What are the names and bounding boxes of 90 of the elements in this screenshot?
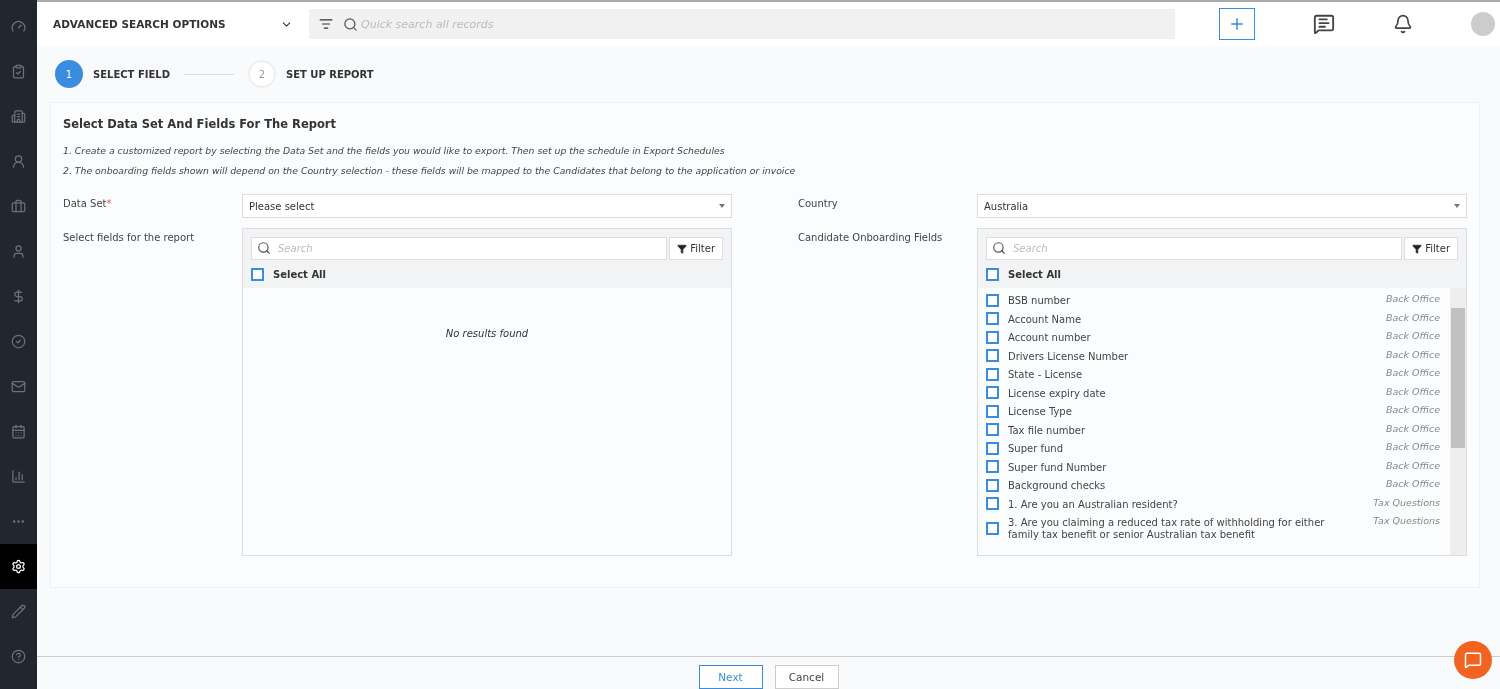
step-label: SET UP REPORT (285, 68, 374, 80)
settings-icon (11, 559, 26, 574)
filter-button[interactable]: Filter (669, 237, 723, 260)
field-name: Super fund Number (1008, 460, 1107, 474)
building-icon (11, 109, 26, 124)
search-icon (343, 17, 358, 32)
field-name: License expiry date (1008, 386, 1106, 400)
checkbox[interactable] (986, 478, 999, 492)
plus-icon (1228, 15, 1246, 33)
funnel-icon (677, 243, 688, 254)
field-name: BSB number (1008, 294, 1071, 307)
field-group: Back Office (1385, 422, 1440, 434)
field-group: Back Office (1385, 478, 1440, 489)
search-options-dropdown[interactable]: ADVANCED SEARCH OPTIONS (53, 17, 293, 31)
sidebar-item[interactable] (0, 544, 37, 589)
search-field[interactable]: Search (986, 237, 1403, 260)
field-group: Back Office (1385, 311, 1440, 323)
checkbox[interactable] (986, 312, 999, 325)
checkbox[interactable] (986, 386, 999, 399)
field-name: Super fund (1008, 442, 1064, 455)
mail-icon (11, 379, 26, 394)
user-icon (11, 244, 26, 259)
field-group: Tax Questions (1373, 496, 1440, 508)
step-number: 2 (247, 60, 276, 88)
field-label: Select fields for the report (63, 231, 196, 243)
field-label: Data Set* (63, 197, 113, 209)
gauge-icon (11, 19, 26, 34)
bell-icon[interactable] (1393, 14, 1413, 34)
check-circle-icon (11, 334, 26, 349)
select-all-label: Select All (1008, 268, 1061, 280)
field-label: Country (798, 197, 839, 209)
field-group: Back Office (1385, 293, 1440, 304)
checkbox[interactable] (986, 293, 999, 307)
field-name: Account Name (1008, 312, 1082, 326)
help-icon (11, 649, 26, 664)
funnel-icon (1412, 243, 1423, 254)
field-name: State - License (1008, 368, 1083, 381)
field-name: Background checks (1008, 479, 1106, 492)
field-group: Tax Questions (1373, 515, 1440, 526)
checkbox[interactable] (986, 349, 999, 362)
field-name: Account number (1008, 331, 1091, 344)
instruction-text: 1. Create a customized report by selecting the Data Set and the fields you would like to export. Then set up the schedule in Export Schedules (63, 145, 726, 156)
select-all-label: Select All (273, 268, 326, 280)
checkbox[interactable] (986, 441, 999, 455)
field-group: Back Office (1385, 348, 1440, 360)
briefcase-icon (11, 199, 26, 214)
field-group: Back Office (1385, 367, 1440, 378)
field-group: Back Office (1385, 385, 1440, 397)
clipboard-icon (11, 64, 26, 79)
bar-chart-icon (11, 469, 26, 484)
empty-message: No results found (444, 328, 530, 339)
chat-bubble-icon (1464, 651, 1482, 669)
dropdown[interactable]: Please select (242, 194, 732, 218)
pencil-icon (11, 604, 26, 619)
checkbox[interactable] (986, 497, 999, 510)
field-group: Back Office (1385, 459, 1440, 471)
filter-icon[interactable] (319, 17, 333, 32)
field-name: License Type (1008, 405, 1072, 418)
add-button[interactable] (1219, 8, 1255, 40)
field-name: Tax file number (1008, 423, 1086, 437)
chat-button[interactable] (1454, 641, 1492, 679)
checkbox[interactable] (986, 367, 999, 381)
field-name: 3. Are you claiming a reduced tax rate of withholding for either family tax benefit or senior Australian tax benefit (1008, 516, 1326, 541)
search-field[interactable]: Search (251, 237, 668, 260)
calendar-icon (11, 424, 26, 439)
field-name: Drivers License Number (1008, 349, 1129, 363)
field-group: Back Office (1385, 330, 1440, 341)
next-button[interactable]: Next (698, 665, 763, 689)
checkbox[interactable] (986, 460, 999, 473)
field-name: 1. Are you an Australian resident? (1008, 497, 1178, 511)
checkbox[interactable] (986, 521, 999, 535)
checkbox[interactable] (986, 423, 999, 436)
field-group: Back Office (1385, 404, 1440, 415)
checkbox[interactable] (251, 267, 264, 281)
field-group: Back Office (1385, 441, 1440, 452)
step-label: SELECT FIELD (93, 68, 170, 80)
instruction-text: 2. The onboarding fields shown will depend on the Country selection - these fields will be mapped to the Candidates that belong to the application or invoice (63, 165, 797, 176)
message-icon[interactable] (1313, 13, 1335, 35)
field-label: Candidate Onboarding Fields (798, 231, 944, 243)
dropdown[interactable]: Australia (977, 194, 1467, 218)
person-icon (11, 154, 26, 169)
step-number: 1 (55, 60, 83, 88)
scrollbar[interactable] (1450, 288, 1466, 555)
card-title: Select Data Set And Fields For The Report (63, 117, 337, 131)
cancel-button[interactable]: Cancel (774, 665, 839, 689)
checkbox[interactable] (986, 267, 999, 281)
checkbox[interactable] (986, 404, 999, 418)
dollar-icon (11, 289, 26, 304)
checkbox[interactable] (986, 330, 999, 344)
filter-button[interactable]: Filter (1404, 237, 1458, 260)
